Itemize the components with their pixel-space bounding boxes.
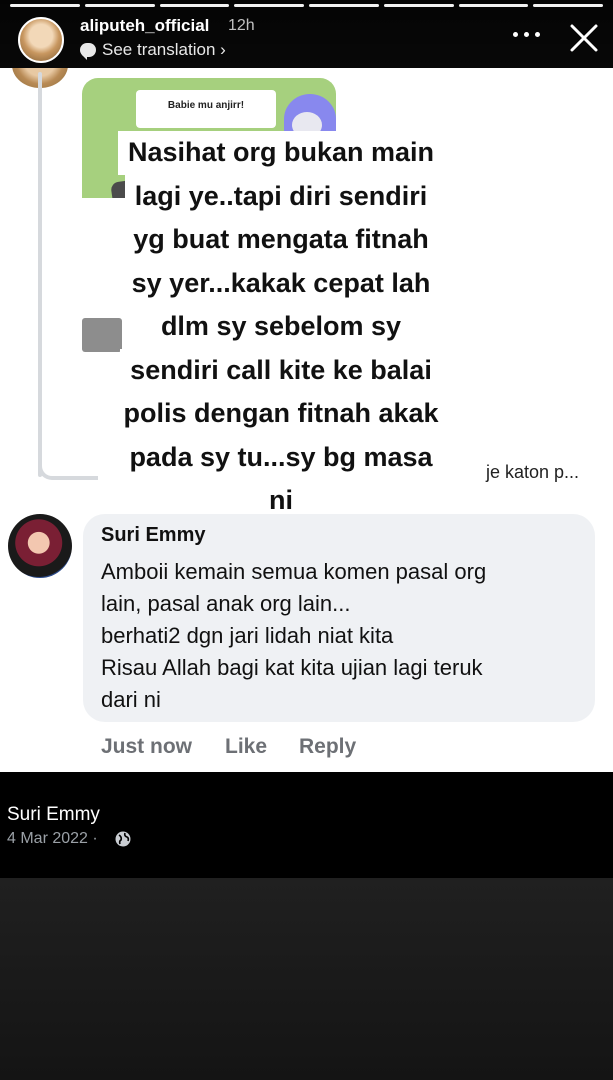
overlay-line: yg buat mengata fitnah xyxy=(123,218,439,262)
overlay-line: polis dengan fitnah akak xyxy=(113,392,449,436)
story-background xyxy=(0,878,613,1080)
see-translation-label: See translation › xyxy=(102,40,226,59)
meme-caption: Babie mu anjirr! xyxy=(167,100,245,111)
progress-segment xyxy=(84,4,155,7)
reply-button[interactable]: Reply xyxy=(299,735,356,759)
see-translation-button[interactable]: See translation › xyxy=(80,40,226,60)
comment-time: Just now xyxy=(101,735,193,758)
overlay-line: Nasihat org bukan main xyxy=(117,131,445,175)
profile-avatar[interactable] xyxy=(18,17,64,63)
comment-line: Amboii kemain semua komen pasal org xyxy=(101,559,487,584)
post-author[interactable]: Suri Emmy xyxy=(7,804,100,826)
comment-line: berhati2 dgn jari lidah niat kita xyxy=(101,623,394,648)
overlay-line: sy yer...kakak cepat lah xyxy=(121,261,441,305)
story-viewer: Babie mu anjirr! Nasihat org bukan main … xyxy=(0,0,613,1080)
progress-segment xyxy=(458,4,529,7)
thread-line xyxy=(38,72,42,477)
commenter-avatar[interactable] xyxy=(8,514,72,578)
progress-segment xyxy=(533,4,603,7)
comment-author[interactable]: Suri Emmy xyxy=(101,524,205,547)
post-date: 4 Mar 2022 · xyxy=(7,830,98,847)
progress-segment xyxy=(234,4,304,7)
comment-text: Amboii kemain semua komen pasal org lain… xyxy=(101,556,581,716)
globe-icon xyxy=(115,831,131,847)
progress-segment xyxy=(309,4,379,7)
progress-segment xyxy=(383,4,454,7)
progress-segment xyxy=(10,4,80,7)
overlay-line: pada sy tu...sy bg masa xyxy=(119,435,443,479)
post-meta: Suri Emmy 4 Mar 2022 · xyxy=(0,772,613,878)
story-header: aliputeh_official 12h See translation › xyxy=(0,0,613,68)
overlay-line: dlm sy sebelom sy xyxy=(150,305,412,349)
comment-screenshot: Babie mu anjirr! Nasihat org bukan main … xyxy=(0,68,613,772)
comment-line: lain, pasal anak org lain... xyxy=(101,591,351,616)
close-icon[interactable] xyxy=(568,22,600,54)
progress-segment xyxy=(159,4,230,7)
like-button[interactable]: Like xyxy=(225,735,267,759)
story-text-overlay: Nasihat org bukan main lagi ye..tapi dir… xyxy=(83,131,479,522)
comment-line: dari ni xyxy=(101,687,161,712)
comment-line: Risau Allah bagi kat kita ujian lagi ter… xyxy=(101,655,483,680)
more-dots-icon[interactable] xyxy=(513,29,541,41)
overlay-line: lagi ye..tapi diri sendiri xyxy=(124,174,438,218)
overlay-line: sendiri call kite ke balai xyxy=(120,348,442,392)
story-username[interactable]: aliputeh_official xyxy=(80,16,209,36)
speech-bubble-icon xyxy=(80,43,96,60)
reply-snippet[interactable]: je katon p... xyxy=(486,462,579,483)
story-time: 12h xyxy=(228,17,255,34)
